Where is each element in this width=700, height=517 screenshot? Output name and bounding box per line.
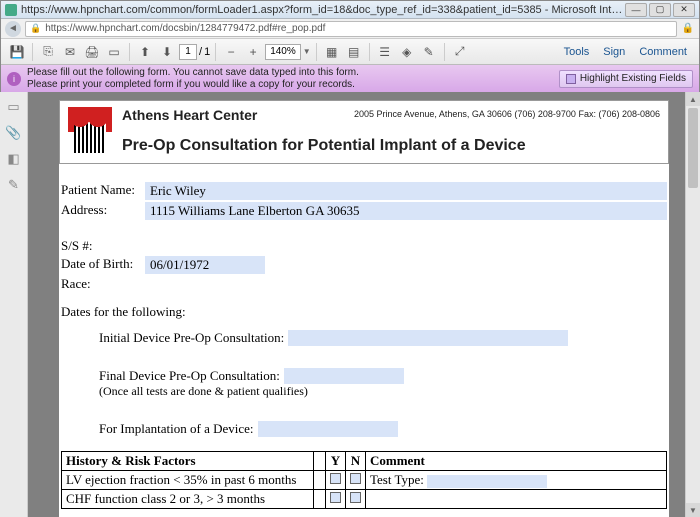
export-icon[interactable]: ⎘: [38, 42, 58, 62]
side-panel: ▭ 📎 ◧ ✎: [0, 92, 28, 517]
race-label: Race:: [61, 276, 145, 292]
form-title: Pre-Op Consultation for Potential Implan…: [122, 137, 660, 155]
page-icon[interactable]: ▭: [104, 42, 124, 62]
mail-icon[interactable]: ✉: [60, 42, 80, 62]
factor-cell: CHF function class 2 or 3, > 3 months: [62, 490, 314, 509]
minimize-button[interactable]: —: [625, 3, 647, 17]
clinic-logo: [68, 107, 112, 157]
attachments-icon[interactable]: 📎: [5, 124, 23, 142]
sign-link[interactable]: Sign: [597, 46, 631, 58]
page-down-icon[interactable]: ⬇: [157, 42, 177, 62]
url-field[interactable]: 🔒 https://www.hpnchart.com/docsbin/12847…: [25, 21, 677, 37]
address-label: Address:: [61, 202, 145, 220]
info-icon: i: [7, 72, 21, 86]
save-icon[interactable]: 💾: [7, 42, 27, 62]
checkbox-y[interactable]: [330, 473, 341, 484]
letterhead: Athens Heart Center 2005 Prince Avenue, …: [59, 100, 669, 164]
pdf-page: Athens Heart Center 2005 Prince Avenue, …: [59, 100, 669, 517]
clinic-name: Athens Heart Center: [122, 107, 257, 123]
form-info-bar: i Please fill out the following form. Yo…: [1, 65, 699, 93]
final-consult-field[interactable]: [284, 368, 404, 384]
comment-field[interactable]: [427, 475, 547, 488]
print-icon[interactable]: 🖨: [82, 42, 102, 62]
page-current-field[interactable]: 1: [179, 44, 197, 60]
bookmark-icon[interactable]: ◧: [5, 150, 23, 168]
initial-consult-label: Initial Device Pre-Op Consultation:: [99, 330, 284, 346]
security-icon: 🔒: [681, 22, 695, 36]
highlight-label: Highlight Existing Fields: [580, 73, 686, 84]
final-consult-note: (Once all tests are done & patient quali…: [99, 384, 667, 399]
maximize-button[interactable]: ▢: [649, 3, 671, 17]
zoom-dropdown-icon[interactable]: ▼: [303, 47, 311, 56]
tool5-icon[interactable]: ✎: [419, 42, 439, 62]
favicon: [5, 4, 17, 16]
final-consult-label: Final Device Pre-Op Consultation:: [99, 368, 280, 384]
table-row: CHF function class 2 or 3, > 3 months: [62, 490, 667, 509]
tools-link[interactable]: Tools: [558, 46, 596, 58]
col-factor: History & Risk Factors: [62, 452, 314, 471]
tool4-icon[interactable]: ◈: [397, 42, 417, 62]
info-line2: Please print your completed form if you …: [27, 79, 559, 91]
patient-name-field[interactable]: Eric Wiley: [145, 182, 667, 200]
info-line1: Please fill out the following form. You …: [27, 67, 559, 79]
comment-link[interactable]: Comment: [633, 46, 693, 58]
dates-header: Dates for the following:: [61, 304, 667, 320]
page-up-icon[interactable]: ⬆: [135, 42, 155, 62]
tool2-icon[interactable]: ▤: [344, 42, 364, 62]
checkbox-n[interactable]: [350, 492, 361, 503]
tool6-icon[interactable]: ⤢: [450, 42, 470, 62]
ss-label: S/S #:: [61, 238, 145, 254]
vertical-scrollbar[interactable]: ▲ ▼: [685, 92, 700, 517]
close-button[interactable]: ✕: [673, 3, 695, 17]
highlight-swatch-icon: [566, 74, 576, 84]
patient-name-label: Patient Name:: [61, 182, 145, 200]
tool1-icon[interactable]: ▦: [322, 42, 342, 62]
zoom-in-icon[interactable]: +: [243, 42, 263, 62]
implant-date-label: For Implantation of a Device:: [99, 421, 254, 437]
window-titlebar: https://www.hpnchart.com/common/formLoad…: [1, 1, 699, 19]
clinic-address: 2005 Prince Avenue, Athens, GA 30606 (70…: [257, 109, 660, 119]
address-bar: ◄ 🔒 https://www.hpnchart.com/docsbin/128…: [1, 19, 699, 39]
checkbox-y[interactable]: [330, 492, 341, 503]
thumbnails-icon[interactable]: ▭: [5, 98, 23, 116]
nav-back-button[interactable]: ◄: [5, 21, 21, 37]
lock-icon: 🔒: [30, 23, 41, 34]
zoom-out-icon[interactable]: −: [221, 42, 241, 62]
comment-label: Test Type:: [370, 472, 424, 487]
tool3-icon[interactable]: ☰: [375, 42, 395, 62]
implant-date-field[interactable]: [258, 421, 398, 437]
col-y: Y: [326, 452, 346, 471]
page-separator: /: [199, 46, 202, 58]
pdf-toolbar: 💾 ⎘ ✉ 🖨 ▭ ⬆ ⬇ 1 / 1 − + 140% ▼ ▦ ▤ ☰ ◈ ✎…: [1, 39, 699, 65]
page-total: 1: [204, 46, 210, 58]
pdf-viewport[interactable]: Athens Heart Center 2005 Prince Avenue, …: [28, 92, 700, 517]
initial-consult-field[interactable]: [288, 330, 568, 346]
col-comment: Comment: [366, 452, 667, 471]
signature-icon[interactable]: ✎: [5, 176, 23, 194]
checkbox-n[interactable]: [350, 473, 361, 484]
scroll-up-icon[interactable]: ▲: [686, 92, 700, 106]
address-field[interactable]: 1115 Williams Lane Elberton GA 30635: [145, 202, 667, 220]
dob-field[interactable]: 06/01/1972: [145, 256, 265, 274]
zoom-field[interactable]: 140%: [265, 44, 301, 60]
scroll-thumb[interactable]: [688, 108, 698, 188]
table-row: LV ejection fraction < 35% in past 6 mon…: [62, 471, 667, 490]
dob-label: Date of Birth:: [61, 256, 145, 274]
risk-factors-table: History & Risk Factors Y N Comment LV ej…: [61, 451, 667, 509]
factor-cell: LV ejection fraction < 35% in past 6 mon…: [62, 471, 314, 490]
url-text: https://www.hpnchart.com/docsbin/1284779…: [45, 23, 325, 34]
scroll-down-icon[interactable]: ▼: [686, 503, 700, 517]
highlight-fields-button[interactable]: Highlight Existing Fields: [559, 70, 693, 88]
window-title: https://www.hpnchart.com/common/formLoad…: [21, 4, 625, 16]
col-n: N: [346, 452, 366, 471]
